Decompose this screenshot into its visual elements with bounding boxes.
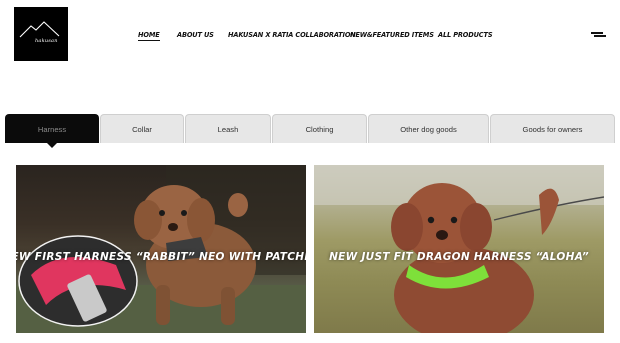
dog-harness-photo [16,165,306,333]
tab-leash[interactable]: Leash [185,114,271,143]
nav-collaboration[interactable]: HAKUSAN X RATIA COLLABORATION [228,31,356,39]
hamburger-icon[interactable] [591,31,606,39]
active-tab-indicator [47,143,57,148]
nav-all-products[interactable]: ALL PRODUCTS [438,31,493,39]
tab-clothing[interactable]: Clothing [272,114,367,143]
nav-about-us[interactable]: ABOUT US [177,31,214,39]
tab-collar[interactable]: Collar [100,114,184,143]
tab-harness[interactable]: Harness [5,114,99,143]
product-card-aloha-harness[interactable]: NEW JUST FIT DRAGON HARNESS “ALOHA” [314,165,604,333]
hamburger-line [591,32,603,34]
nav-new-featured[interactable]: NEW&FEATURED ITEMS [350,31,434,39]
product-card-rabbit-harness[interactable]: NEW FIRST HARNESS “RABBIT” NEO WITH PATC… [16,165,306,333]
main-nav: HOME ABOUT US HAKUSAN X RATIA COLLABORAT… [0,31,620,41]
dog-aloha-harness-photo [314,165,604,333]
tab-goods-for-owners[interactable]: Goods for owners [490,114,615,143]
card-title: NEW FIRST HARNESS “RABBIT” NEO WITH PATC… [16,251,306,263]
card-title: NEW JUST FIT DRAGON HARNESS “ALOHA” [329,251,589,263]
category-tabs: Harness Collar Leash Clothing Other dog … [0,114,620,144]
tab-other-dog-goods[interactable]: Other dog goods [368,114,489,143]
hamburger-line [594,35,606,37]
nav-home[interactable]: HOME [138,31,160,41]
